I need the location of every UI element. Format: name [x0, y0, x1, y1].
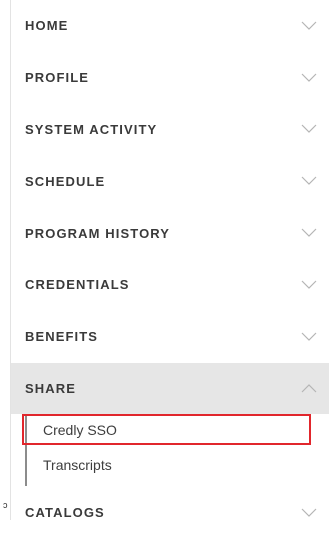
nav-item-schedule[interactable]: SCHEDULE: [11, 155, 329, 207]
nav-item-share[interactable]: SHARE: [11, 362, 329, 415]
chevron-down-icon: [300, 20, 318, 32]
share-submenu: Credly SSO Transcripts: [11, 414, 329, 488]
chevron-down-icon: [300, 72, 318, 84]
nav-item-label: CREDENTIALS: [25, 277, 130, 293]
nav-item-benefits[interactable]: BENEFITS: [11, 311, 329, 363]
nav-item-label: SYSTEM ACTIVITY: [25, 121, 158, 137]
nav-item-label: PROGRAM HISTORY: [25, 225, 171, 241]
nav-item-label: SCHEDULE: [25, 173, 106, 189]
sidebar-nav: HOME PROFILE SYSTEM ACTIVITY SCHEDULE PR…: [10, 0, 329, 520]
chevron-down-icon: [300, 279, 318, 291]
nav-item-program-history[interactable]: PROGRAM HISTORY: [11, 207, 329, 259]
left-edge-mark: ɔ: [3, 500, 8, 510]
chevron-down-icon: [300, 227, 318, 239]
nav-item-label: BENEFITS: [25, 329, 99, 345]
submenu-item-credly-sso[interactable]: Credly SSO: [27, 422, 117, 438]
nav-item-label: SHARE: [25, 380, 77, 396]
nav-item-profile[interactable]: PROFILE: [11, 52, 329, 104]
chevron-down-icon: [300, 331, 318, 343]
nav-item-catalogs[interactable]: CATALOGS: [11, 487, 329, 539]
chevron-up-icon: [300, 382, 318, 394]
nav-item-label: PROFILE: [25, 70, 90, 86]
chevron-down-icon: [300, 123, 318, 135]
nav-item-credentials[interactable]: CREDENTIALS: [11, 259, 329, 311]
chevron-down-icon: [300, 175, 318, 187]
nav-item-label: CATALOGS: [25, 505, 105, 521]
nav-item-label: HOME: [25, 18, 69, 34]
nav-item-system-activity[interactable]: SYSTEM ACTIVITY: [11, 104, 329, 156]
submenu-item-transcripts[interactable]: Transcripts: [27, 457, 112, 473]
chevron-down-icon: [300, 507, 318, 519]
nav-item-home[interactable]: HOME: [11, 0, 329, 52]
